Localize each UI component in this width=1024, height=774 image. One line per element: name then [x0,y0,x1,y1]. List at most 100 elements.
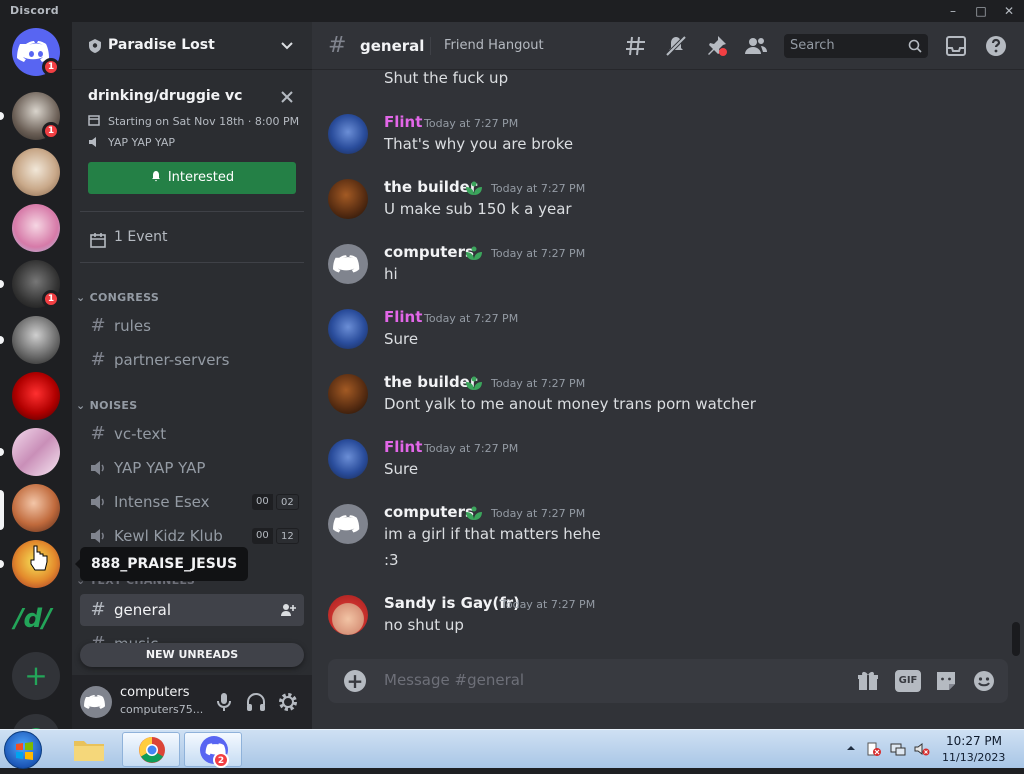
volume-muted-icon[interactable] [914,741,930,757]
close-window-button[interactable]: ✕ [998,2,1020,20]
close-icon[interactable] [280,90,294,104]
server-icon[interactable] [12,372,60,420]
avatar[interactable] [328,179,368,219]
message-author[interactable]: Flint [384,308,422,326]
microphone-icon[interactable] [212,690,236,714]
hashtag-icon: # [90,423,106,444]
clock-date[interactable]: 11/13/2023 [942,751,1005,764]
discord-notification-badge: 2 [213,752,229,768]
voice-channel-yap[interactable]: YAP YAP YAP [80,452,304,484]
channel-rules[interactable]: # rules [80,310,304,342]
help-icon[interactable] [984,34,1008,58]
discover-button[interactable] [12,714,60,729]
message-author[interactable]: computers [384,243,474,261]
server-icon[interactable] [12,484,60,532]
unread-pill [0,448,4,456]
taskbar-discord[interactable]: 2 [184,732,242,768]
message-author[interactable]: Flint [384,113,422,131]
gif-button[interactable]: GIF [895,670,921,692]
server-icon[interactable]: /d/ [12,596,60,644]
gear-icon[interactable] [276,690,300,714]
emoji-icon[interactable] [972,669,996,693]
search-input[interactable]: Search [784,34,928,58]
add-member-icon[interactable] [280,602,296,618]
avatar[interactable] [328,439,368,479]
voice-channel-intense-esex[interactable]: Intense Esex 00 02 [80,486,304,518]
speaker-icon [91,461,104,475]
action-center-icon[interactable] [866,741,882,757]
network-icon[interactable] [890,741,906,757]
pin-icon[interactable] [704,34,728,58]
sticker-icon[interactable] [934,669,958,693]
leaf-badge-icon [466,246,482,260]
start-button[interactable] [4,731,42,769]
headphones-icon[interactable] [244,690,268,714]
folder-icon [74,741,104,761]
guild-badge-icon [89,39,101,53]
windows-logo-icon [16,742,33,760]
message-text: hi [384,265,398,283]
server-icon[interactable] [12,428,60,476]
server-icon[interactable] [12,316,60,364]
message-author[interactable]: Flint [384,438,422,456]
message-text: :3 [384,551,399,569]
new-unreads-button[interactable]: NEW UNREADS [80,643,304,667]
guild-header[interactable]: Paradise Lost [72,22,312,70]
guild-name: Paradise Lost [108,37,215,53]
calendar-icon [88,115,100,126]
avatar[interactable] [328,309,368,349]
message-input[interactable]: Message #general [384,671,524,689]
taskbar-chrome[interactable] [122,732,180,767]
taskbar-explorer[interactable] [60,732,118,767]
avatar[interactable] [328,114,368,154]
avatar[interactable] [328,595,368,635]
leaf-badge-icon [466,181,482,195]
message-author[interactable]: computers [384,503,474,521]
channel-label: partner-servers [114,351,230,369]
channel-label: Intense Esex [114,493,210,511]
server-icon[interactable] [12,148,60,196]
channel-general[interactable]: # general [80,594,304,626]
username: computers [120,685,190,700]
category-noises[interactable]: ⌄ NOISES [76,399,137,412]
minimize-button[interactable]: – [942,2,964,20]
channel-label: general [114,601,172,619]
category-congress[interactable]: ⌄ CONGRESS [76,291,159,304]
message-text: U make sub 150 k a year [384,200,572,218]
message-author[interactable]: Sandy is Gay(fr) [384,594,520,612]
channel-partner-servers[interactable]: # partner-servers [80,344,304,376]
mute-bell-icon[interactable] [664,34,688,58]
tray-expand-icon[interactable] [846,743,856,753]
message-text: Sure [384,460,419,478]
member-list-icon[interactable] [744,34,768,58]
channel-topic[interactable]: Friend Hangout [444,38,544,53]
message-composer[interactable]: + Message #general GIF [328,659,1008,703]
message-timestamp: Today at 7:27 PM [491,377,586,390]
inbox-icon[interactable] [944,34,968,58]
avatar[interactable] [328,244,368,284]
server-icon[interactable] [12,204,60,252]
channel-label: YAP YAP YAP [114,459,206,477]
interested-button[interactable]: Interested [88,162,296,194]
server-icon[interactable] [12,540,60,588]
channel-vc-text[interactable]: # vc-text [80,418,304,450]
attach-plus-icon[interactable]: + [344,670,366,692]
avatar[interactable] [80,686,112,718]
clock-time[interactable]: 10:27 PM [946,734,1002,748]
chevron-down-icon [281,42,293,50]
message-text: Dont yalk to me anout money trans porn w… [384,395,756,413]
scrollbar[interactable] [1012,622,1020,656]
event-location: YAP YAP YAP [108,136,176,149]
server-list: 1 1 1 /d/ + [0,22,72,729]
gift-icon[interactable] [856,669,880,693]
avatar[interactable] [328,504,368,544]
add-server-button[interactable]: + [12,652,60,700]
avatar[interactable] [328,374,368,414]
events-button[interactable]: 1 Event [114,229,167,245]
maximize-button[interactable]: □ [970,2,992,20]
server-logo-text: /d/ [14,604,52,634]
plus-icon: + [24,659,48,692]
threads-icon[interactable] [624,34,648,58]
event-card: drinking/druggie vc Starting on Sat Nov … [80,78,304,204]
app-title: Discord [10,4,59,17]
